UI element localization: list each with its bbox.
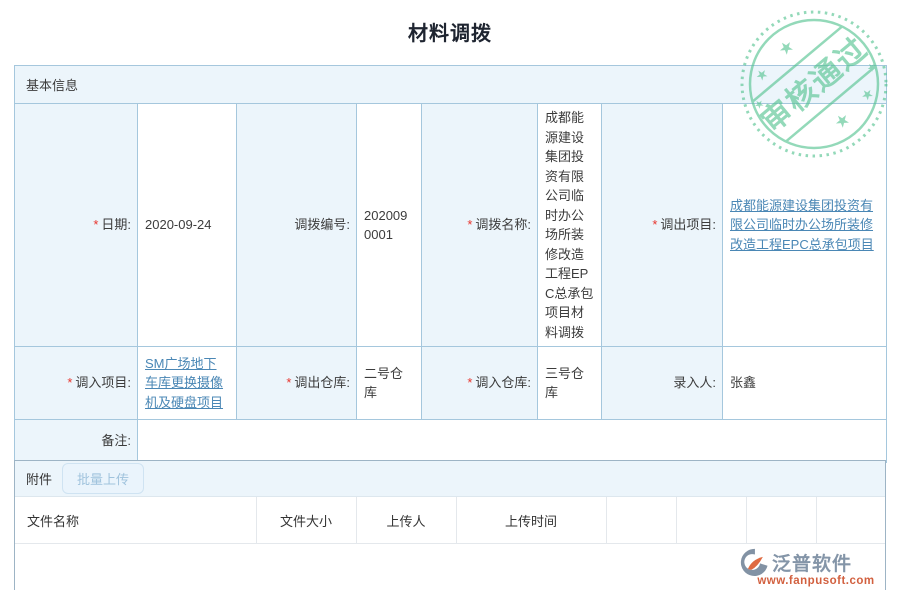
star-icon: ★ bbox=[857, 84, 877, 104]
required-marker: * bbox=[652, 217, 657, 232]
required-marker: * bbox=[67, 375, 72, 390]
recorder-label: 录入人: bbox=[602, 347, 723, 420]
column-header-uploader: 上传人 bbox=[356, 497, 456, 544]
transfer-name-value: 成都能源建设集团投资有限公司临时办公场所装修改造工程EPC总承包项目材料调拨 bbox=[538, 104, 602, 347]
attachments-table: 文件名称 文件大小 上传人 上传时间 bbox=[15, 497, 885, 544]
in-warehouse-value: 三号仓库 bbox=[538, 347, 602, 420]
approval-stamp-icon: 审核通过 ★ ★ ★ ★ ★ ★ bbox=[734, 4, 894, 164]
attachment-col-empty bbox=[746, 497, 816, 544]
table-row: 备注: bbox=[15, 420, 887, 463]
remark-label: 备注: bbox=[15, 420, 138, 463]
column-header-file-size: 文件大小 bbox=[256, 497, 356, 544]
required-marker: * bbox=[93, 217, 98, 232]
transfer-no-label: 调拨编号: bbox=[237, 104, 357, 347]
in-project-cell: SM广场地下车库更换摄像机及硬盘项目 bbox=[138, 347, 237, 420]
transfer-no-value: 2020090001 bbox=[357, 104, 422, 347]
date-value: 2020-09-24 bbox=[138, 104, 237, 347]
remark-value bbox=[138, 420, 887, 463]
watermark: 泛普软件 www.fanpusoft.com bbox=[740, 548, 892, 587]
attachment-col-empty bbox=[816, 497, 885, 544]
required-marker: * bbox=[467, 217, 472, 232]
fanpu-logo-icon bbox=[740, 548, 768, 576]
transfer-name-label: *调拨名称: bbox=[422, 104, 538, 347]
required-marker: * bbox=[286, 375, 291, 390]
batch-upload-button[interactable]: 批量上传 bbox=[62, 463, 144, 494]
table-row: *调入项目: SM广场地下车库更换摄像机及硬盘项目 *调出仓库: 二号仓库 *调… bbox=[15, 347, 887, 420]
out-project-label: *调出项目: bbox=[602, 104, 723, 347]
column-header-file-name: 文件名称 bbox=[15, 497, 256, 544]
in-warehouse-label: *调入仓库: bbox=[422, 347, 538, 420]
out-warehouse-value: 二号仓库 bbox=[357, 347, 422, 420]
required-marker: * bbox=[467, 375, 472, 390]
attachment-col-empty bbox=[676, 497, 746, 544]
attachments-header: 附件 批量上传 bbox=[15, 461, 885, 497]
attachment-col-empty bbox=[606, 497, 676, 544]
in-project-link[interactable]: SM广场地下车库更换摄像机及硬盘项目 bbox=[145, 356, 223, 410]
column-header-upload-time: 上传时间 bbox=[456, 497, 606, 544]
star-icon: ★ bbox=[830, 109, 854, 133]
attachments-header-row: 文件名称 文件大小 上传人 上传时间 bbox=[15, 497, 885, 544]
out-warehouse-label: *调出仓库: bbox=[237, 347, 357, 420]
attachments-title: 附件 bbox=[26, 469, 52, 488]
watermark-url: www.fanpusoft.com bbox=[740, 575, 892, 587]
watermark-brand: 泛普软件 bbox=[772, 549, 852, 576]
date-label: *日期: bbox=[15, 104, 138, 347]
out-project-link[interactable]: 成都能源建设集团投资有限公司临时办公场所装修改造工程EPC总承包项目 bbox=[730, 198, 874, 252]
recorder-value: 张鑫 bbox=[723, 347, 887, 420]
star-icon: ★ bbox=[752, 64, 772, 84]
in-project-label: *调入项目: bbox=[15, 347, 138, 420]
star-icon: ★ bbox=[774, 36, 798, 60]
